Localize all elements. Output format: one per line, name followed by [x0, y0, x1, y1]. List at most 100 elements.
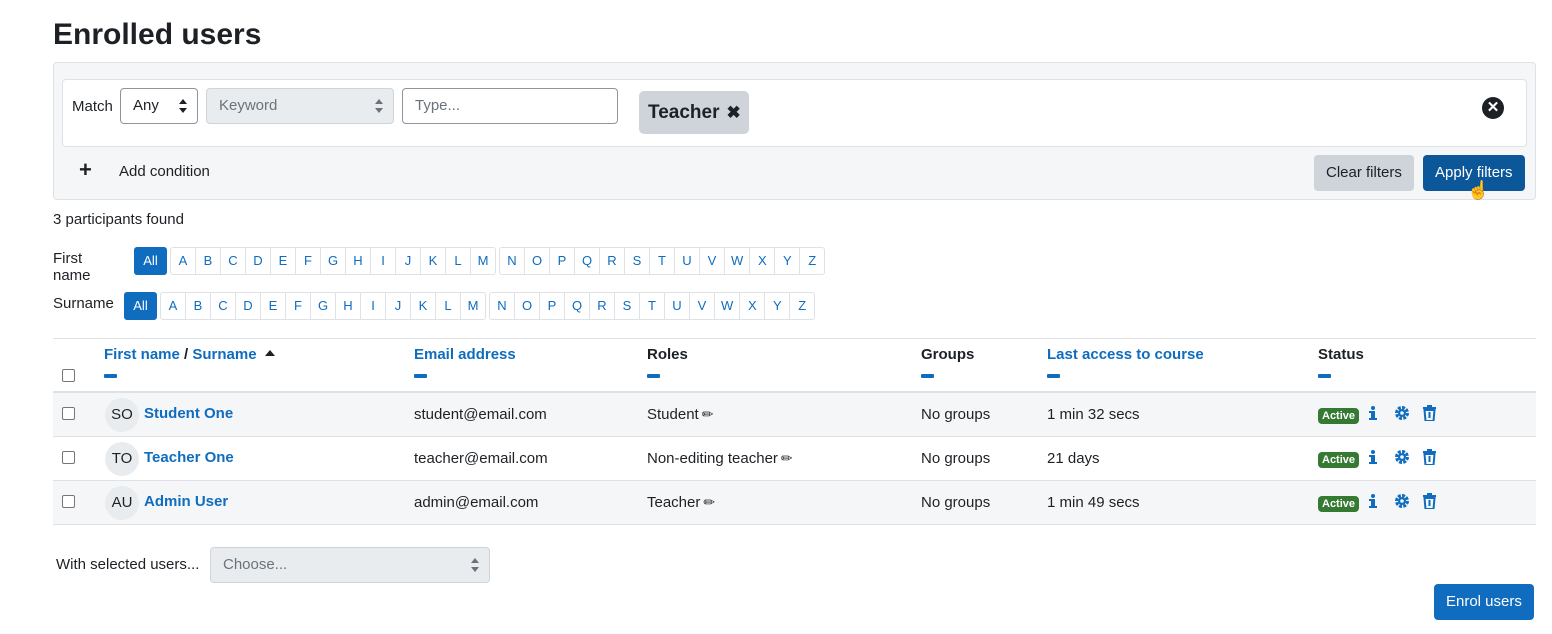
surname-letter-i[interactable]: I — [360, 292, 386, 320]
gear-icon[interactable] — [1394, 493, 1410, 509]
clear-filters-button[interactable]: Clear filters — [1314, 155, 1414, 191]
surname-letter-l[interactable]: L — [435, 292, 461, 320]
info-icon[interactable] — [1366, 449, 1380, 465]
surname-letter-f[interactable]: F — [285, 292, 311, 320]
avatar: TO — [105, 442, 139, 476]
first-name-letter-i[interactable]: I — [370, 247, 396, 275]
surname-letter-j[interactable]: J — [385, 292, 411, 320]
select-all-checkbox[interactable] — [62, 369, 75, 382]
surname-letter-x[interactable]: X — [739, 292, 766, 320]
trash-icon[interactable] — [1423, 449, 1436, 465]
user-email: student@email.com — [414, 406, 547, 423]
remove-tag-icon[interactable]: ✖ — [726, 103, 740, 122]
first-name-letter-e[interactable]: E — [270, 247, 296, 275]
surname-letter-y[interactable]: Y — [764, 292, 791, 320]
surname-letter-t[interactable]: T — [639, 292, 665, 320]
edit-role-pencil-icon[interactable]: ✏ — [703, 494, 715, 511]
first-name-letter-q[interactable]: Q — [574, 247, 600, 275]
first-name-letter-j[interactable]: J — [395, 247, 421, 275]
trash-icon[interactable] — [1423, 493, 1436, 509]
surname-letter-k[interactable]: K — [410, 292, 436, 320]
info-icon[interactable] — [1366, 493, 1380, 509]
surname-letter-u[interactable]: U — [664, 292, 690, 320]
surname-letter-v[interactable]: V — [689, 292, 715, 320]
surname-letter-e[interactable]: E — [260, 292, 286, 320]
first-name-letter-k[interactable]: K — [420, 247, 446, 275]
collapse-column-icon[interactable] — [1318, 374, 1331, 378]
user-last-access: 1 min 49 secs — [1047, 494, 1140, 511]
first-name-letter-u[interactable]: U — [674, 247, 700, 275]
edit-role-pencil-icon[interactable]: ✏ — [781, 450, 793, 467]
first-name-letter-r[interactable]: R — [599, 247, 625, 275]
surname-initials-label: Surname — [53, 295, 114, 312]
filter-type-select[interactable]: Keyword — [206, 88, 394, 124]
surname-letter-a[interactable]: A — [160, 292, 186, 320]
first-name-letter-g[interactable]: G — [320, 247, 346, 275]
first-name-all-button[interactable]: All — [134, 247, 167, 275]
match-select[interactable]: Any — [120, 88, 198, 124]
surname-letter-n[interactable]: N — [489, 292, 515, 320]
first-name-letter-a[interactable]: A — [170, 247, 196, 275]
filter-tag-teacher[interactable]: Teacher ✖ — [639, 91, 749, 134]
first-name-letter-w[interactable]: W — [724, 247, 751, 275]
surname-letter-c[interactable]: C — [210, 292, 236, 320]
header-last-access[interactable]: Last access to course — [1047, 346, 1204, 378]
avatar: AU — [105, 486, 139, 520]
first-name-letter-l[interactable]: L — [445, 247, 471, 275]
first-name-letter-t[interactable]: T — [649, 247, 675, 275]
surname-letter-r[interactable]: R — [589, 292, 615, 320]
bulk-action-select[interactable]: Choose... — [210, 547, 490, 583]
first-name-letter-n[interactable]: N — [499, 247, 525, 275]
info-icon[interactable] — [1366, 405, 1380, 421]
first-name-letter-m[interactable]: M — [470, 247, 496, 275]
trash-icon[interactable] — [1423, 405, 1436, 421]
user-name-link[interactable]: Admin User — [144, 493, 228, 510]
surname-letter-h[interactable]: H — [335, 292, 361, 320]
row-checkbox[interactable] — [62, 495, 75, 508]
collapse-column-icon[interactable] — [104, 374, 117, 378]
first-name-letter-h[interactable]: H — [345, 247, 371, 275]
collapse-column-icon[interactable] — [1047, 374, 1060, 378]
surname-letter-g[interactable]: G — [310, 292, 336, 320]
first-name-letter-y[interactable]: Y — [774, 247, 801, 275]
filter-panel: Match Any Keyword Type... Teacher ✖ ✕ + A… — [53, 62, 1536, 200]
surname-letter-q[interactable]: Q — [564, 292, 590, 320]
first-name-letter-v[interactable]: V — [699, 247, 725, 275]
first-name-letter-o[interactable]: O — [524, 247, 550, 275]
surname-letter-w[interactable]: W — [714, 292, 741, 320]
first-name-letter-c[interactable]: C — [220, 247, 246, 275]
first-name-letter-x[interactable]: X — [749, 247, 776, 275]
surname-letter-s[interactable]: S — [614, 292, 640, 320]
surname-letter-d[interactable]: D — [235, 292, 261, 320]
surname-letter-b[interactable]: B — [185, 292, 211, 320]
remove-condition-icon[interactable]: ✕ — [1482, 97, 1504, 119]
collapse-column-icon[interactable] — [414, 374, 427, 378]
gear-icon[interactable] — [1394, 405, 1410, 421]
surname-letter-o[interactable]: O — [514, 292, 540, 320]
collapse-column-icon[interactable] — [921, 374, 934, 378]
sort-first-name-link[interactable]: First name — [104, 346, 180, 363]
surname-letter-m[interactable]: M — [460, 292, 486, 320]
row-checkbox[interactable] — [62, 451, 75, 464]
sort-surname-link[interactable]: Surname — [192, 346, 256, 363]
user-name-link[interactable]: Teacher One — [144, 449, 234, 466]
edit-role-pencil-icon[interactable]: ✏ — [702, 406, 714, 423]
surname-all-button[interactable]: All — [124, 292, 157, 320]
surname-letter-z[interactable]: Z — [789, 292, 816, 320]
first-name-letter-f[interactable]: F — [295, 247, 321, 275]
header-email-label: Email address — [414, 346, 516, 363]
gear-icon[interactable] — [1394, 449, 1410, 465]
surname-letter-p[interactable]: P — [539, 292, 565, 320]
first-name-letter-p[interactable]: P — [549, 247, 575, 275]
header-email[interactable]: Email address — [414, 346, 516, 378]
first-name-letter-d[interactable]: D — [245, 247, 271, 275]
filter-value-input[interactable]: Type... — [402, 88, 618, 124]
user-name-link[interactable]: Student One — [144, 405, 233, 422]
row-checkbox[interactable] — [62, 407, 75, 420]
first-name-letter-s[interactable]: S — [624, 247, 650, 275]
first-name-letter-z[interactable]: Z — [799, 247, 826, 275]
enrol-users-button[interactable]: Enrol users — [1434, 584, 1534, 620]
first-name-letter-b[interactable]: B — [195, 247, 221, 275]
collapse-column-icon[interactable] — [647, 374, 660, 378]
plus-icon: + — [79, 157, 92, 182]
